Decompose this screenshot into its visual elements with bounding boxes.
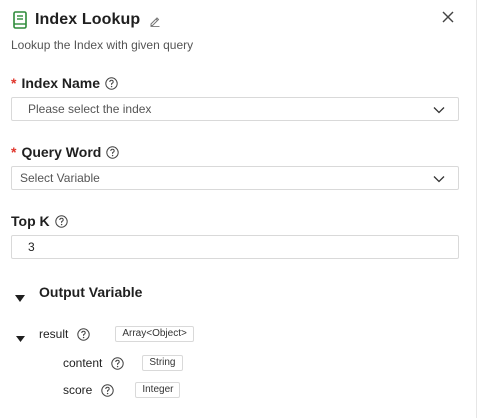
close-icon[interactable] [441,10,455,24]
index-name-select[interactable]: Please select the index [11,97,459,121]
index-lookup-panel: Index Lookup Lookup the Index with given… [0,0,477,418]
book-icon [13,11,27,29]
type-badge: String [142,355,183,371]
help-icon[interactable] [105,76,118,90]
chevron-down-icon [433,173,445,183]
query-word-value: Select Variable [20,171,100,185]
output-var-row: result Array<Object> [16,326,194,342]
output-var-name: score [63,383,93,397]
panel-title: Index Lookup [35,11,141,28]
output-var-row: score Integer [63,382,181,398]
required-marker: * [11,75,17,91]
chevron-down-icon [433,104,445,114]
query-word-label-text: Query Word [21,144,102,160]
required-marker: * [11,144,17,160]
type-badge: Array<Object> [115,326,194,342]
output-var-row: content String [63,355,183,371]
help-icon[interactable] [111,356,125,370]
output-var-name: result [39,327,69,341]
help-icon[interactable] [54,214,68,228]
type-badge: Integer [135,382,181,398]
help-icon[interactable] [106,145,120,159]
query-word-select[interactable]: Select Variable [11,166,459,190]
help-icon[interactable] [77,327,91,341]
edit-icon[interactable] [149,14,161,27]
panel-description: Lookup the Index with given query [11,38,194,52]
triangle-down-icon[interactable] [16,331,25,342]
index-name-label: * Index Name [11,75,118,91]
top-k-input[interactable]: 3 [11,235,459,259]
output-var-name: content [63,356,103,370]
index-name-label-text: Index Name [21,75,101,91]
top-k-label-text: Top K [11,213,50,229]
output-variable-section[interactable]: Output Variable [15,284,143,302]
query-word-label: * Query Word [11,144,120,160]
triangle-down-icon[interactable] [15,289,25,302]
top-k-label: Top K [11,213,68,229]
panel-header: Index Lookup [13,9,161,31]
help-icon[interactable] [101,383,115,397]
output-variable-label: Output Variable [39,284,143,300]
index-name-placeholder: Please select the index [28,102,152,116]
top-k-value: 3 [28,240,35,254]
